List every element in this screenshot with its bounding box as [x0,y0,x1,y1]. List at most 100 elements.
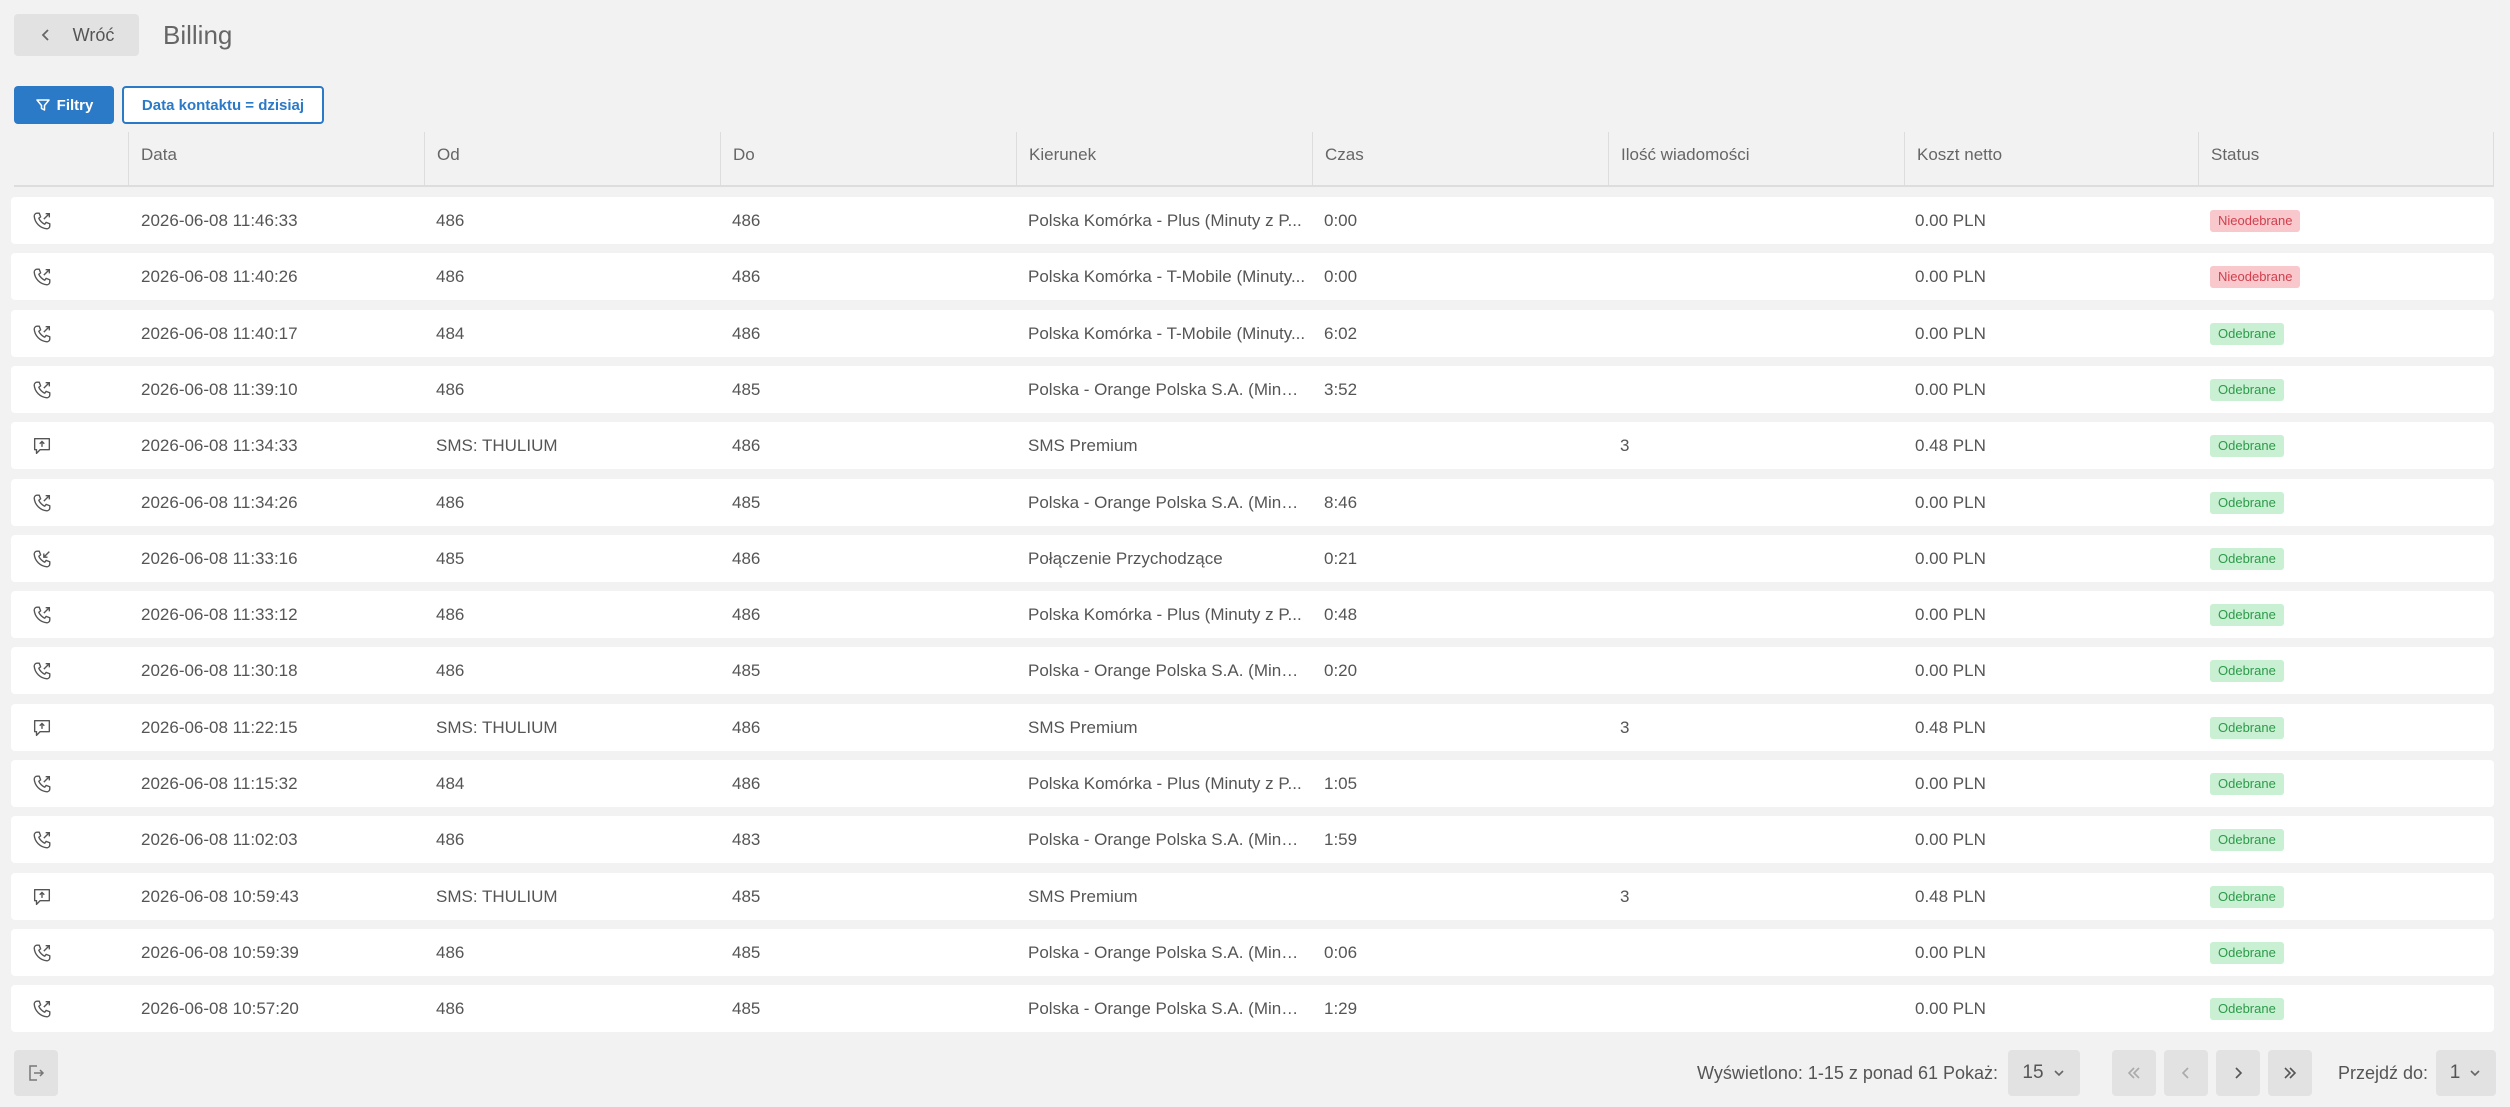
cell-czas: 0:00 [1324,267,1358,286]
cell-kierunek: SMS Premium [1028,718,1138,737]
cell-koszt: 0.00 PLN [1915,211,1986,230]
chevrons-left-icon [2127,1067,2140,1079]
cell-data: 2026-06-08 11:34:33 [141,436,298,455]
column-header-kierunek[interactable]: Kierunek [1016,132,1312,187]
cell-czas [1324,704,1604,751]
previous-page-button[interactable] [2164,1050,2208,1096]
table-row[interactable]: 2026-06-08 11:34:26 486 485 Polska - Orange… [11,479,2494,526]
cell-ilosc: 3 [1620,887,1630,906]
cell-do: 485 [732,999,761,1018]
cell-od: 486 [436,999,465,1018]
cell-do: 486 [732,211,761,230]
cell-czas [1324,873,1604,920]
phone-outgoing-icon [31,816,81,863]
cell-status: Odebrane [2210,535,2410,582]
cell-kierunek: Polska Komórka - Plus (Minuty z P... [1028,774,1302,793]
column-header-do[interactable]: Do [720,132,1016,187]
cell-data: 2026-06-08 10:59:39 [141,943,299,962]
column-header-od[interactable]: Od [424,132,720,187]
cell-do: 486 [732,605,761,624]
cell-kierunek: Polska - Orange Polska S.A. (Minut... [1028,830,1306,849]
status-badge: Odebrane [2210,491,2284,514]
chevron-left-icon [2181,1067,2189,1079]
status-badge: Odebrane [2210,378,2284,401]
cell-od: 486 [436,605,465,624]
column-header-czas[interactable]: Czas [1312,132,1608,187]
first-page-button[interactable] [2112,1050,2156,1096]
cell-status: Odebrane [2210,591,2410,638]
cell-data: 2026-06-08 11:40:17 [141,324,298,343]
cell-koszt: 0.48 PLN [1915,718,1986,737]
cell-od: SMS: THULIUM [436,887,558,906]
cell-status: Odebrane [2210,310,2410,357]
column-header-koszt[interactable]: Koszt netto [1904,132,2198,187]
active-filter-chip[interactable]: Data kontaktu = dzisiaj [122,86,324,124]
cell-czas: 0:06 [1324,943,1358,962]
cell-koszt: 0.48 PLN [1915,436,1986,455]
cell-kierunek: Polska Komórka - Plus (Minuty z P... [1028,605,1302,624]
cell-kierunek: Polska - Orange Polska S.A. (Minut... [1028,661,1306,680]
table-row[interactable]: 2026-06-08 11:40:26 486 486 Polska Komórka … [11,253,2494,300]
cell-kierunek: Polska Komórka - Plus (Minuty z P... [1028,211,1302,230]
export-button[interactable] [14,1050,58,1096]
table-row[interactable]: 2026-06-08 11:33:12 486 486 Polska Komórka … [11,591,2494,638]
status-badge: Odebrane [2210,885,2284,908]
cell-ilosc [1620,535,1900,582]
table-row[interactable]: 2026-06-08 10:59:39 486 485 Polska - Orange… [11,929,2494,976]
status-badge: Odebrane [2210,997,2284,1020]
filters-button[interactable]: Filtry [14,86,114,124]
status-badge: Nieodebrane [2210,265,2301,288]
table-row[interactable]: 2026-06-08 11:15:32 484 486 Polska Komórka … [11,760,2494,807]
next-page-button[interactable] [2216,1050,2260,1096]
table-row[interactable]: 2026-06-08 11:40:17 484 486 Polska Komórka … [11,310,2494,357]
cell-status: Odebrane [2210,647,2410,694]
chevron-down-icon [2053,1070,2064,1077]
cell-do: 485 [732,380,761,399]
status-badge: Odebrane [2210,603,2284,626]
cell-ilosc [1620,760,1900,807]
cell-od: 486 [436,493,465,512]
phone-outgoing-icon [31,647,81,694]
table-row[interactable]: 2026-06-08 11:33:16 485 486 Połączenie Przy… [11,535,2494,582]
page-size-value: 15 [2022,1062,2044,1083]
cell-koszt: 0.00 PLN [1915,267,1986,286]
table-row[interactable]: 2026-06-08 11:22:15 SMS: THULIUM 486 SMS Pr… [11,704,2494,751]
cell-ilosc [1620,197,1900,244]
cell-koszt: 0.00 PLN [1915,380,1986,399]
cell-status: Odebrane [2210,816,2410,863]
cell-czas: 1:29 [1324,999,1358,1018]
table-row[interactable]: 2026-06-08 10:57:20 486 485 Polska - Orange… [11,985,2494,1032]
cell-koszt: 0.00 PLN [1915,943,1986,962]
cell-do: 486 [732,774,761,793]
cell-czas: 3:52 [1324,380,1358,399]
page-size-select[interactable]: 15 [2008,1050,2080,1096]
table-row[interactable]: 2026-06-08 11:39:10 486 485 Polska - Orange… [11,366,2494,413]
goto-page-select[interactable]: 1 [2436,1050,2496,1096]
column-header-status[interactable]: Status [2198,132,2494,187]
cell-koszt: 0.48 PLN [1915,887,1986,906]
export-icon [29,1065,45,1081]
back-button[interactable]: Wróć [14,14,139,56]
last-page-button[interactable] [2268,1050,2312,1096]
cell-kierunek: Polska Komórka - T-Mobile (Minuty... [1028,267,1306,286]
cell-ilosc [1620,591,1900,638]
cell-do: 485 [732,943,761,962]
table-row[interactable]: 2026-06-08 10:59:43 SMS: THULIUM 485 SMS Pr… [11,873,2494,920]
cell-koszt: 0.00 PLN [1915,774,1986,793]
cell-data: 2026-06-08 11:40:26 [141,267,298,286]
cell-ilosc [1620,310,1900,357]
phone-outgoing-icon [31,253,81,300]
column-header-ilosc[interactable]: Ilość wiadomości [1608,132,1904,187]
cell-koszt: 0.00 PLN [1915,324,1986,343]
table-row[interactable]: 2026-06-08 11:34:33 SMS: THULIUM 486 SMS Pr… [11,422,2494,469]
table-row[interactable]: 2026-06-08 11:02:03 486 483 Polska - Orange… [11,816,2494,863]
sms-outgoing-icon [31,704,81,751]
cell-ilosc [1620,647,1900,694]
cell-do: 485 [732,661,761,680]
column-header-data[interactable]: Data [128,132,424,187]
phone-outgoing-icon [31,197,81,244]
status-badge: Odebrane [2210,828,2284,851]
table-row[interactable]: 2026-06-08 11:30:18 486 485 Polska - Orange… [11,647,2494,694]
chevron-left-icon [41,29,49,41]
table-row[interactable]: 2026-06-08 11:46:33 486 486 Polska Komórka … [11,197,2494,244]
